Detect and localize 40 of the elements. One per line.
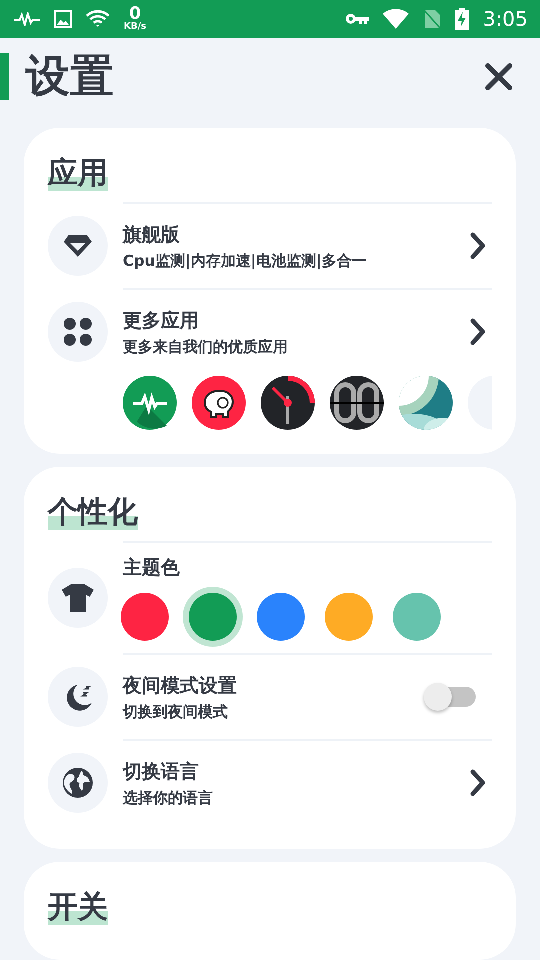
- no-sim-icon: [423, 9, 442, 29]
- chevron-right-icon[interactable]: [470, 318, 486, 346]
- row-title: 主题色: [123, 556, 181, 581]
- close-button[interactable]: [484, 62, 514, 92]
- tshirt-icon: [61, 583, 95, 613]
- network-speed: 0: [129, 6, 142, 23]
- section-title: 应用: [48, 156, 108, 191]
- color-swatch[interactable]: [189, 593, 237, 641]
- chevron-right-icon[interactable]: [470, 769, 486, 797]
- wifi-signal-icon: [383, 9, 410, 29]
- row-subtitle: 切换到夜间模式: [123, 702, 229, 722]
- diamond-icon: [63, 233, 93, 259]
- color-swatch[interactable]: [257, 593, 305, 641]
- app-icon[interactable]: [330, 376, 384, 430]
- globe-icon: [62, 767, 94, 799]
- row-title: 夜间模式设置: [123, 674, 238, 698]
- pulse-icon: [14, 12, 40, 26]
- battery-charging-icon: [455, 8, 470, 30]
- clock-time: 3:05: [483, 7, 528, 31]
- wifi-icon: [86, 10, 110, 28]
- color-swatch[interactable]: [121, 593, 169, 641]
- row-title: 切换语言: [123, 760, 200, 784]
- row-title: 旗舰版: [123, 222, 181, 248]
- color-swatch[interactable]: [393, 593, 441, 641]
- row-subtitle: 选择你的语言: [123, 788, 214, 808]
- section-title: 开关: [48, 890, 108, 925]
- page-title: 设置: [26, 50, 114, 104]
- section-title: 个性化: [48, 495, 138, 530]
- chevron-right-icon[interactable]: [470, 232, 486, 260]
- row-subtitle: 更多来自我们的优质应用: [123, 338, 289, 356]
- grid-dots-icon: [63, 317, 93, 347]
- key-icon: [345, 12, 370, 26]
- network-speed-unit: KB/s: [124, 23, 146, 32]
- color-swatch[interactable]: [325, 593, 373, 641]
- image-icon: [54, 10, 72, 28]
- row-title: 更多应用: [123, 308, 200, 334]
- app-icon[interactable]: [261, 376, 315, 430]
- title-accent-bar: [0, 53, 9, 100]
- app-icon[interactable]: [192, 376, 246, 430]
- row-subtitle: Cpu监测|内存加速|电池监测|多合一: [123, 252, 368, 270]
